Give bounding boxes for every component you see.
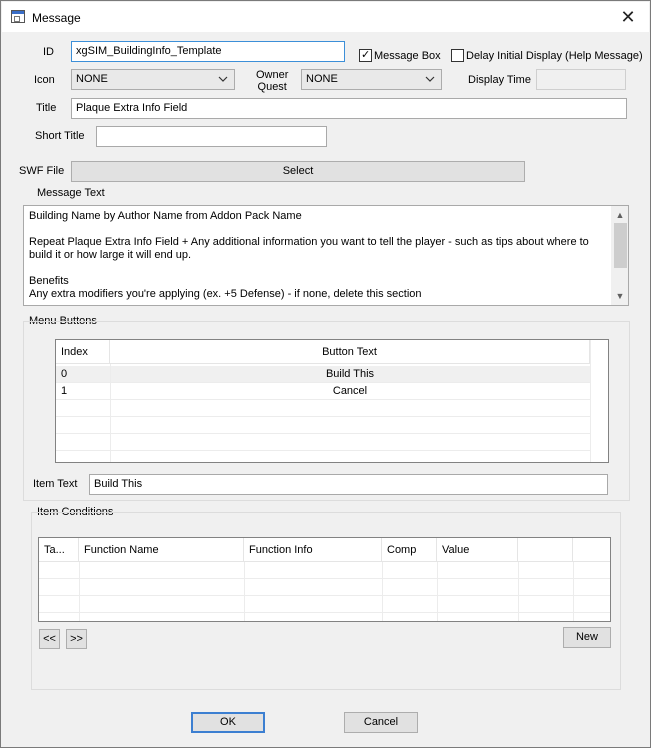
delay-initial-display-label: Delay Initial Display (Help Message) <box>466 50 643 62</box>
table-row-empty <box>39 596 610 613</box>
short-title-label: Short Title <box>35 130 85 142</box>
column-divider <box>518 562 519 621</box>
column-divider <box>573 562 574 621</box>
item-text-label: Item Text <box>33 478 78 490</box>
prev-condition-button[interactable]: << <box>39 629 60 649</box>
window-icon <box>11 10 25 23</box>
id-label: ID <box>43 46 54 58</box>
message-dialog: Message ✕ ID xgSIM_BuildingInfo_Template… <box>0 0 651 748</box>
column-divider <box>437 562 438 621</box>
message-text-scrollbar[interactable]: ▲ ▼ <box>611 206 628 305</box>
new-condition-button[interactable]: New <box>563 627 611 648</box>
title-input[interactable]: Plaque Extra Info Field <box>71 98 627 119</box>
title-bar[interactable]: Message ✕ <box>2 2 649 32</box>
table-row-empty <box>56 434 590 451</box>
table-row-empty <box>56 400 590 417</box>
owner-quest-label-line2: Quest <box>257 81 287 93</box>
message-text-line: Benefits <box>29 275 69 287</box>
checkmark-icon: ✓ <box>361 49 371 61</box>
row-index: 1 <box>61 385 68 397</box>
scroll-down-icon[interactable]: ▼ <box>615 291 625 301</box>
chevron-down-icon <box>218 76 228 82</box>
message-text-label: Message Text <box>37 187 105 199</box>
table-row-empty <box>39 579 610 596</box>
title-label: Title <box>36 102 57 114</box>
column-divider <box>590 340 591 462</box>
column-header-function-info[interactable]: Function Info <box>244 538 382 562</box>
ok-button[interactable]: OK <box>191 712 265 733</box>
icon-label: Icon <box>34 74 55 86</box>
row-button-text: Build This <box>325 368 375 380</box>
swf-file-label: SWF File <box>19 165 65 177</box>
owner-quest-label: Owner Quest <box>256 69 288 93</box>
window-title: Message <box>32 11 81 25</box>
menu-buttons-table-header: Index Button Text <box>56 340 590 364</box>
column-divider <box>79 562 80 621</box>
icon-select-value: NONE <box>76 73 108 85</box>
column-header-button-text[interactable]: Button Text <box>110 340 590 364</box>
message-text-line: Repeat Plaque Extra Info Field + Any add… <box>29 236 589 248</box>
message-text-line: Any extra modifiers you're applying (ex.… <box>29 288 422 300</box>
column-divider <box>244 562 245 621</box>
column-header-type[interactable]: Ta... <box>39 538 79 562</box>
owner-quest-select-value: NONE <box>306 73 338 85</box>
message-text-lines: Building Name by Author Name from Addon … <box>29 210 623 301</box>
column-header-index[interactable]: Index <box>56 340 110 364</box>
delay-initial-display-checkbox[interactable] <box>451 49 464 62</box>
message-text-area[interactable]: Building Name by Author Name from Addon … <box>23 205 629 306</box>
message-box-checkbox[interactable]: ✓ <box>359 49 372 62</box>
next-condition-button[interactable]: >> <box>66 629 87 649</box>
message-box-label: Message Box <box>374 50 441 62</box>
column-header-value[interactable]: Value <box>437 538 518 562</box>
menu-buttons-table[interactable]: Index Button Text 0 Build This 1 Cancel <box>55 339 609 463</box>
item-text-input[interactable]: Build This <box>89 474 608 495</box>
message-text-line: Building Name by Author Name from Addon … <box>29 210 302 222</box>
item-conditions-table-header: Ta... Function Name Function Info Comp V… <box>39 538 610 562</box>
column-header-extra-1[interactable] <box>518 538 573 562</box>
owner-quest-label-line1: Owner <box>256 69 289 81</box>
table-row-empty <box>39 562 610 579</box>
table-row[interactable]: 1 Cancel <box>56 383 590 400</box>
column-divider <box>110 364 111 462</box>
scroll-up-icon[interactable]: ▲ <box>615 210 625 220</box>
row-button-text: Cancel <box>332 385 368 397</box>
chevron-down-icon <box>425 76 435 82</box>
table-row-empty <box>56 417 590 434</box>
cancel-button[interactable]: Cancel <box>344 712 418 733</box>
close-icon[interactable]: ✕ <box>617 6 639 28</box>
swf-select-button[interactable]: Select <box>71 161 525 182</box>
table-row[interactable]: 0 Build This <box>56 366 590 383</box>
column-header-comp[interactable]: Comp <box>382 538 437 562</box>
message-text-line: build it or how large it will end up. <box>29 249 192 261</box>
display-time-input[interactable] <box>536 69 626 90</box>
item-conditions-table[interactable]: Ta... Function Name Function Info Comp V… <box>38 537 611 622</box>
column-header-function-name[interactable]: Function Name <box>79 538 244 562</box>
message-text-line <box>29 262 623 275</box>
display-time-label: Display Time <box>468 74 531 86</box>
column-header-extra-2[interactable] <box>573 538 610 562</box>
icon-select[interactable]: NONE <box>71 69 235 90</box>
owner-quest-select[interactable]: NONE <box>301 69 442 90</box>
short-title-input[interactable] <box>96 126 327 147</box>
column-divider <box>382 562 383 621</box>
scroll-thumb[interactable] <box>614 223 627 268</box>
row-index: 0 <box>61 368 68 380</box>
message-text-line <box>29 223 623 236</box>
id-input[interactable]: xgSIM_BuildingInfo_Template <box>71 41 345 62</box>
